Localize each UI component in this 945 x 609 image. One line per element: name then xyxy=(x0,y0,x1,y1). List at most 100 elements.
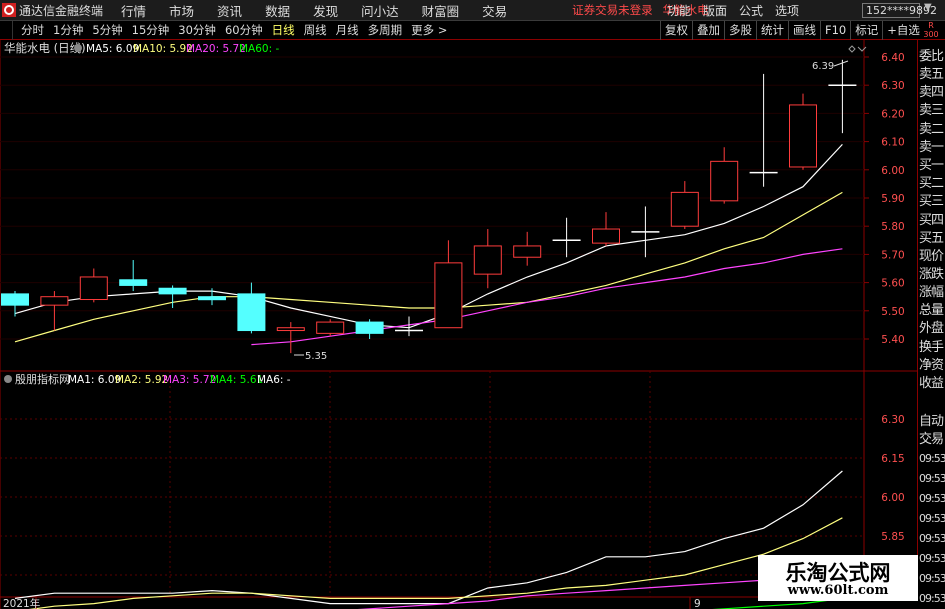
period-daily[interactable]: 日线 xyxy=(272,22,295,38)
settings-dot-icon[interactable] xyxy=(74,44,82,52)
sub-chart-title: 殷朋指标网 xyxy=(15,372,70,386)
right-menu: 功能 版面 公式 选项 xyxy=(667,0,811,21)
quote-field-label: 净资 xyxy=(919,358,944,373)
chart-area[interactable]: 6.40 6.30 6.20 6.10 6.00 5.90 5.80 5.70 5.60 5.50… xyxy=(0,40,917,609)
y-tick-label: 5.90 xyxy=(881,193,904,205)
main-legend: 华能水电 (日线) MA5: 6.09 MA10: 5.92 MA20: 5.7… xyxy=(4,41,279,55)
y-tick-label: 6.10 xyxy=(881,137,904,149)
legend-ma5: MA5: 6.09 xyxy=(86,43,139,55)
period-weekly[interactable]: 周线 xyxy=(304,22,327,38)
period-30min[interactable]: 30分钟 xyxy=(178,22,216,38)
candle-body xyxy=(276,327,305,332)
overlay-button[interactable]: 叠加 xyxy=(692,21,724,40)
period-more[interactable]: 更多 > xyxy=(411,22,447,38)
sub-line-ma2 xyxy=(28,517,843,609)
x-axis-year-label: 2021年 xyxy=(3,597,40,609)
menu-item-functions[interactable]: 功能 xyxy=(667,2,691,19)
period-60min[interactable]: 60分钟 xyxy=(225,22,263,38)
candle xyxy=(355,319,384,339)
adjust-price-button[interactable]: 复权 xyxy=(660,21,692,40)
sub-legend: 殷朋指标网 MA1: 6.09 MA2: 5.92 MA3: 5.72 MA4:… xyxy=(4,372,291,386)
candle xyxy=(592,212,620,246)
quote-field-label: 卖三 xyxy=(919,103,944,118)
chevron-down-icon[interactable]: ▼ xyxy=(924,2,932,13)
menu-item-options[interactable]: 选项 xyxy=(775,2,799,19)
quote-field-label: 买四 xyxy=(919,213,944,228)
quote-field-label: 换手 xyxy=(919,340,944,355)
y-tick-label: 5.50 xyxy=(881,306,904,318)
menu-item-ask-xiaoda[interactable]: 问小达 xyxy=(361,1,399,20)
y-tick-label: 5.40 xyxy=(881,334,904,346)
candle xyxy=(237,282,266,334)
menu-item-layout[interactable]: 版面 xyxy=(703,2,727,19)
statistics-button[interactable]: 统计 xyxy=(756,21,788,40)
low-annotation: 5.35 xyxy=(294,351,327,362)
period-1min[interactable]: 1分钟 xyxy=(53,22,83,38)
diamond-icon[interactable] xyxy=(848,45,856,53)
legend-ma2: MA2: 5.92 xyxy=(115,374,168,386)
quote-field-label: 买二 xyxy=(919,176,944,191)
candle xyxy=(316,319,345,337)
sub-y-tick-label: 6.15 xyxy=(881,453,904,465)
chart-title: 华能水电 (日线) xyxy=(4,41,86,55)
candle xyxy=(710,147,739,204)
period-15min[interactable]: 15分钟 xyxy=(132,22,170,38)
candle-body xyxy=(40,296,69,306)
y-tick-label: 5.60 xyxy=(881,278,904,290)
y-tick-label: 6.20 xyxy=(881,108,904,120)
menu-item-discover[interactable]: 发现 xyxy=(313,1,338,20)
trade-time-label: 09:53 xyxy=(919,452,945,465)
candle-body xyxy=(316,321,345,334)
multi-stock-button[interactable]: 多股 xyxy=(724,21,756,40)
legend-ma3: MA3: 5.72 xyxy=(163,374,216,386)
period-5min[interactable]: 5分钟 xyxy=(92,22,122,38)
menu-item-wealth-circle[interactable]: 财富圈 xyxy=(422,1,460,20)
candle xyxy=(473,229,502,289)
sub-settings-dot-icon[interactable] xyxy=(4,375,12,383)
menu-item-market[interactable]: 市场 xyxy=(169,1,194,20)
chart-tools: 复权 叠加 多股 统计 画线 F10 标记 +自选 xyxy=(660,21,924,40)
mark-button[interactable]: 标记 xyxy=(850,21,882,40)
x-axis-mid-label: 9 xyxy=(694,598,701,609)
candle-body xyxy=(592,228,620,244)
broker-login-status[interactable]: 证券交易未登录 xyxy=(572,2,653,18)
y-tick-label: 5.80 xyxy=(881,221,904,233)
candle-body xyxy=(789,104,817,168)
quote-field-label: 涨幅 xyxy=(919,285,944,300)
f10-button[interactable]: F10 xyxy=(820,21,850,40)
y-tick-label: 6.00 xyxy=(881,165,904,177)
menu-item-trade[interactable]: 交易 xyxy=(482,1,507,20)
candle-body xyxy=(513,245,542,258)
candle xyxy=(434,240,463,329)
sub-indicator-lines xyxy=(14,470,843,609)
user-account[interactable]: 152****9892 xyxy=(862,3,937,18)
candle-body xyxy=(119,279,148,286)
auto-trade-label[interactable]: 交易 xyxy=(919,431,945,449)
right-side-panel: 委比 卖五 卖四 卖三 卖二 卖一 买一 买二 买三 买四 买五 现价 涨跌 涨幅 总量 外盘 换手 净资 收益 自动… xyxy=(917,40,945,605)
menu-item-quotes[interactable]: 行情 xyxy=(121,1,146,20)
draw-line-button[interactable]: 画线 xyxy=(788,21,820,40)
period-monthly[interactable]: 月线 xyxy=(336,22,359,38)
period-intraday[interactable]: 分时 xyxy=(21,22,44,38)
menu-item-news[interactable]: 资讯 xyxy=(217,1,242,20)
index-corner-label[interactable]: R 300 xyxy=(917,20,945,40)
chevron-down-icon[interactable] xyxy=(857,46,867,52)
quote-field-label: 卖一 xyxy=(919,140,944,155)
candle xyxy=(276,322,305,354)
watermark-url: www.60lt.com xyxy=(787,583,889,598)
watermark-logo: 乐淘公式网 www.60lt.com xyxy=(758,555,918,601)
quote-field-label: 现价 xyxy=(919,249,944,264)
candles xyxy=(1,59,857,354)
menu-item-formula[interactable]: 公式 xyxy=(739,2,763,19)
y-tick-label: 5.70 xyxy=(881,249,904,261)
legend-ma1: MA1: 6.09 xyxy=(68,374,121,386)
candle-body xyxy=(670,191,699,227)
auto-trade-label[interactable]: 自动 xyxy=(919,413,945,431)
candle-body xyxy=(355,321,384,334)
quote-field-label: 委比 xyxy=(919,49,944,64)
legend-ma4: MA4: 5.61 xyxy=(210,374,263,386)
candle xyxy=(513,231,542,266)
period-multi[interactable]: 多周期 xyxy=(368,22,403,38)
y-tick-label: 6.30 xyxy=(881,80,904,92)
menu-item-data[interactable]: 数据 xyxy=(265,1,290,20)
